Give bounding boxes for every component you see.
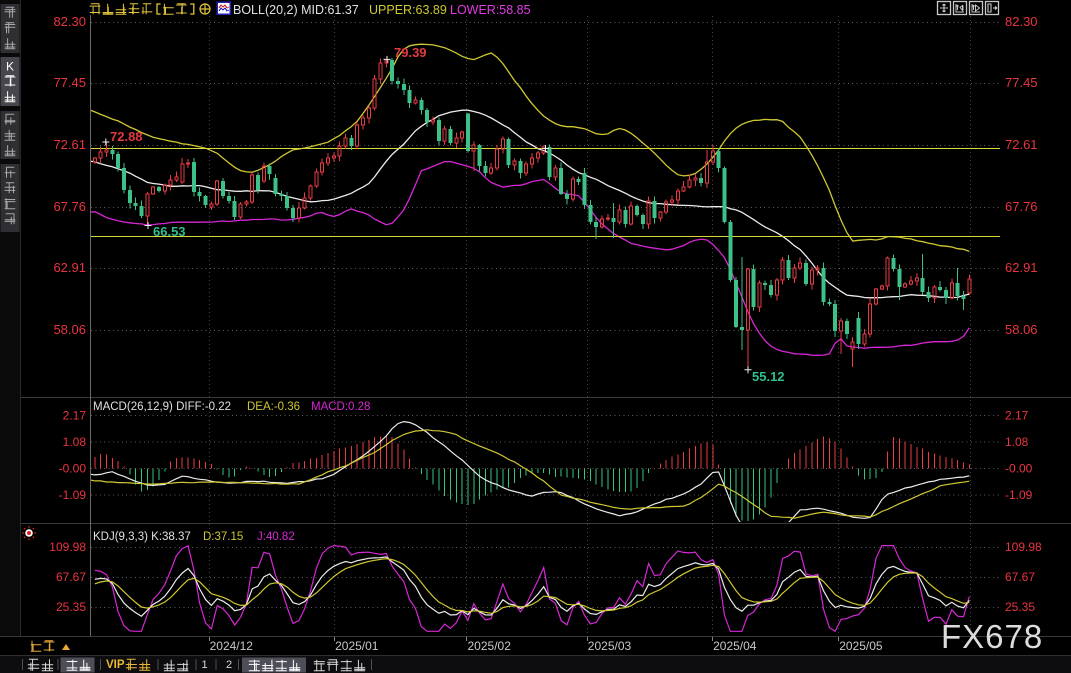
svg-text:72.61: 72.61 bbox=[53, 137, 86, 152]
svg-text:67.76: 67.76 bbox=[53, 199, 86, 214]
svg-text:72.88: 72.88 bbox=[110, 129, 143, 144]
svg-text:62.91: 62.91 bbox=[1005, 260, 1038, 275]
svg-text:72.61: 72.61 bbox=[1005, 137, 1038, 152]
svg-text:79.39: 79.39 bbox=[394, 45, 427, 60]
svg-text:2024/12: 2024/12 bbox=[210, 639, 254, 653]
svg-text:82.30: 82.30 bbox=[53, 14, 86, 29]
svg-text:67.76: 67.76 bbox=[1005, 199, 1038, 214]
svg-text:67.67: 67.67 bbox=[1005, 570, 1035, 584]
svg-text:D:37.15: D:37.15 bbox=[203, 531, 243, 543]
svg-text:K: K bbox=[6, 60, 14, 74]
svg-text:25.35: 25.35 bbox=[56, 600, 86, 614]
svg-text:77.45: 77.45 bbox=[1005, 75, 1038, 90]
svg-text:82.30: 82.30 bbox=[1005, 14, 1038, 29]
svg-text:2.17: 2.17 bbox=[1005, 409, 1029, 423]
svg-text:67.67: 67.67 bbox=[56, 570, 86, 584]
svg-text:2025/03: 2025/03 bbox=[588, 639, 632, 653]
svg-text:25.35: 25.35 bbox=[1005, 600, 1035, 614]
svg-text:VIP: VIP bbox=[106, 659, 125, 671]
svg-text:66.53: 66.53 bbox=[153, 224, 186, 239]
svg-text:2025/02: 2025/02 bbox=[468, 639, 512, 653]
svg-text:1: 1 bbox=[201, 659, 207, 671]
svg-text:1.08: 1.08 bbox=[63, 435, 87, 449]
svg-text:2025/04: 2025/04 bbox=[713, 639, 757, 653]
svg-text:1.08: 1.08 bbox=[1005, 435, 1029, 449]
svg-text:DEA:-0.36: DEA:-0.36 bbox=[247, 401, 300, 413]
svg-text:58.06: 58.06 bbox=[53, 322, 86, 337]
svg-text:MACD:0.28: MACD:0.28 bbox=[311, 401, 370, 413]
svg-text:58.06: 58.06 bbox=[1005, 322, 1038, 337]
svg-text:MACD(26,12,9) DIFF:-0.22: MACD(26,12,9) DIFF:-0.22 bbox=[93, 401, 231, 413]
svg-text:55.12: 55.12 bbox=[752, 369, 785, 384]
svg-text:LOWER:58.85: LOWER:58.85 bbox=[450, 3, 531, 17]
svg-text:109.98: 109.98 bbox=[1005, 540, 1042, 554]
svg-text:109.98: 109.98 bbox=[49, 540, 86, 554]
svg-text:2025/05: 2025/05 bbox=[839, 639, 883, 653]
svg-text:UPPER:63.89: UPPER:63.89 bbox=[369, 3, 447, 17]
svg-text:2025/01: 2025/01 bbox=[335, 639, 379, 653]
svg-text:KDJ(9,3,3) K:38.37: KDJ(9,3,3) K:38.37 bbox=[93, 531, 191, 543]
svg-text:BOLL(20,2) MID:61.37: BOLL(20,2) MID:61.37 bbox=[233, 3, 359, 17]
svg-text:J:40.82: J:40.82 bbox=[257, 531, 295, 543]
svg-text:-1.09: -1.09 bbox=[1005, 488, 1033, 502]
svg-text:-1.09: -1.09 bbox=[59, 488, 87, 502]
svg-text:62.91: 62.91 bbox=[53, 260, 86, 275]
svg-text:2: 2 bbox=[226, 659, 232, 671]
svg-text:77.45: 77.45 bbox=[53, 75, 86, 90]
svg-text:2.17: 2.17 bbox=[63, 409, 87, 423]
svg-text:FX678: FX678 bbox=[941, 618, 1043, 655]
svg-text:-0.00: -0.00 bbox=[59, 462, 87, 476]
svg-text:-0.00: -0.00 bbox=[1005, 462, 1033, 476]
